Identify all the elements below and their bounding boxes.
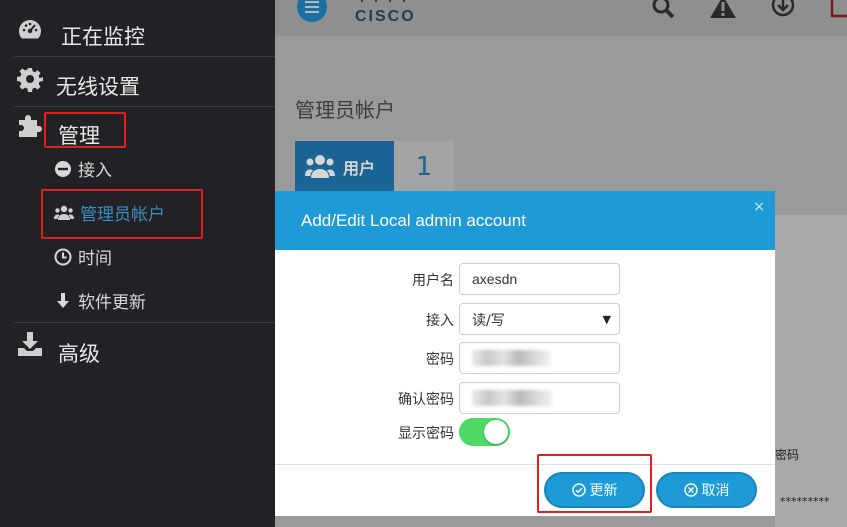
sidebar: 正在监控 无线设置 管理 接入 管理员帐户 时间 软件更新 高级 xyxy=(0,0,275,527)
highlight-box xyxy=(41,189,203,239)
arrow-down-icon xyxy=(57,292,69,308)
sidebar-item-label: 接入 xyxy=(78,161,112,181)
page-title: 管理员帐户 xyxy=(295,98,395,122)
clock-icon xyxy=(54,248,72,265)
sidebar-item-label: 时间 xyxy=(78,249,112,269)
sidebar-item-monitoring[interactable]: 正在监控 xyxy=(0,14,275,54)
download-icon xyxy=(18,332,42,356)
password-field[interactable] xyxy=(459,342,620,374)
sidebar-item-wireless[interactable]: 无线设置 xyxy=(0,64,275,104)
divider xyxy=(14,322,275,323)
dialog-title: Add/Edit Local admin account xyxy=(301,211,526,230)
dashboard-icon xyxy=(19,20,41,39)
divider xyxy=(14,106,275,107)
confirm-password-row: 确认密码 xyxy=(275,382,775,414)
access-select[interactable]: 读/写 ▼ xyxy=(459,303,620,335)
username-row: 用户名 xyxy=(275,263,775,295)
top-bar: CISCO xyxy=(275,0,847,36)
close-icon[interactable]: × xyxy=(753,199,765,215)
password-label: 密码 xyxy=(426,352,454,368)
dialog-divider xyxy=(275,464,775,465)
admin-account-dialog: Add/Edit Local admin account × 用户名 接入 读/… xyxy=(275,191,775,516)
puzzle-icon xyxy=(19,115,42,137)
tab-users-label: 用户 xyxy=(343,159,376,178)
highlight-box xyxy=(44,112,126,148)
dropdown-arrow-icon: ▼ xyxy=(602,313,611,326)
obscured-password xyxy=(472,350,550,366)
warning-icon[interactable] xyxy=(710,0,736,22)
masked-password: ********* xyxy=(780,495,830,508)
password-row: 密码 xyxy=(275,342,775,374)
users-icon xyxy=(305,155,335,178)
sidebar-item-label: 正在监控 xyxy=(61,25,145,49)
confirm-password-field[interactable] xyxy=(459,382,620,414)
access-label: 接入 xyxy=(426,313,454,329)
sidebar-item-label: 软件更新 xyxy=(78,293,146,313)
access-row: 接入 读/写 ▼ xyxy=(275,303,775,335)
toggle-knob xyxy=(484,420,508,444)
cancel-circle-icon xyxy=(683,483,698,497)
save-icon[interactable] xyxy=(830,0,847,22)
highlight-box xyxy=(537,454,652,513)
column-header-password: 密码 xyxy=(775,448,800,462)
sidebar-item-label: 无线设置 xyxy=(56,75,140,99)
username-field[interactable] xyxy=(459,263,620,295)
sidebar-item-access[interactable]: 接入 xyxy=(54,156,112,181)
sidebar-item-advanced[interactable]: 高级 xyxy=(0,330,275,370)
obscured-password xyxy=(472,390,552,406)
users-count: 1 xyxy=(394,141,454,193)
gear-icon xyxy=(17,68,43,92)
sidebar-item-management[interactable]: 管理 xyxy=(0,110,275,150)
menu-button[interactable] xyxy=(297,0,327,22)
tab-users[interactable]: 用户 xyxy=(295,141,394,193)
divider xyxy=(14,56,275,57)
cancel-button[interactable]: 取消 xyxy=(656,472,757,508)
show-password-row: 显示密码 xyxy=(275,418,775,450)
sidebar-item-software-update[interactable]: 软件更新 xyxy=(54,288,146,313)
access-selected-value: 读/写 xyxy=(472,313,505,329)
show-password-label: 显示密码 xyxy=(398,426,454,442)
download-circle-icon[interactable] xyxy=(770,0,796,22)
table-panel xyxy=(775,215,847,527)
show-password-toggle[interactable] xyxy=(459,418,510,446)
search-icon[interactable] xyxy=(650,0,676,22)
username-label: 用户名 xyxy=(412,273,454,289)
sidebar-item-label: 高级 xyxy=(58,342,100,366)
minus-circle-icon xyxy=(55,160,71,177)
cancel-button-label: 取消 xyxy=(701,483,730,499)
dialog-header: Add/Edit Local admin account × xyxy=(275,191,775,250)
brand-name: CISCO xyxy=(355,8,416,25)
hamburger-icon xyxy=(305,6,319,8)
sidebar-item-time[interactable]: 时间 xyxy=(54,244,112,269)
confirm-password-label: 确认密码 xyxy=(398,392,454,408)
